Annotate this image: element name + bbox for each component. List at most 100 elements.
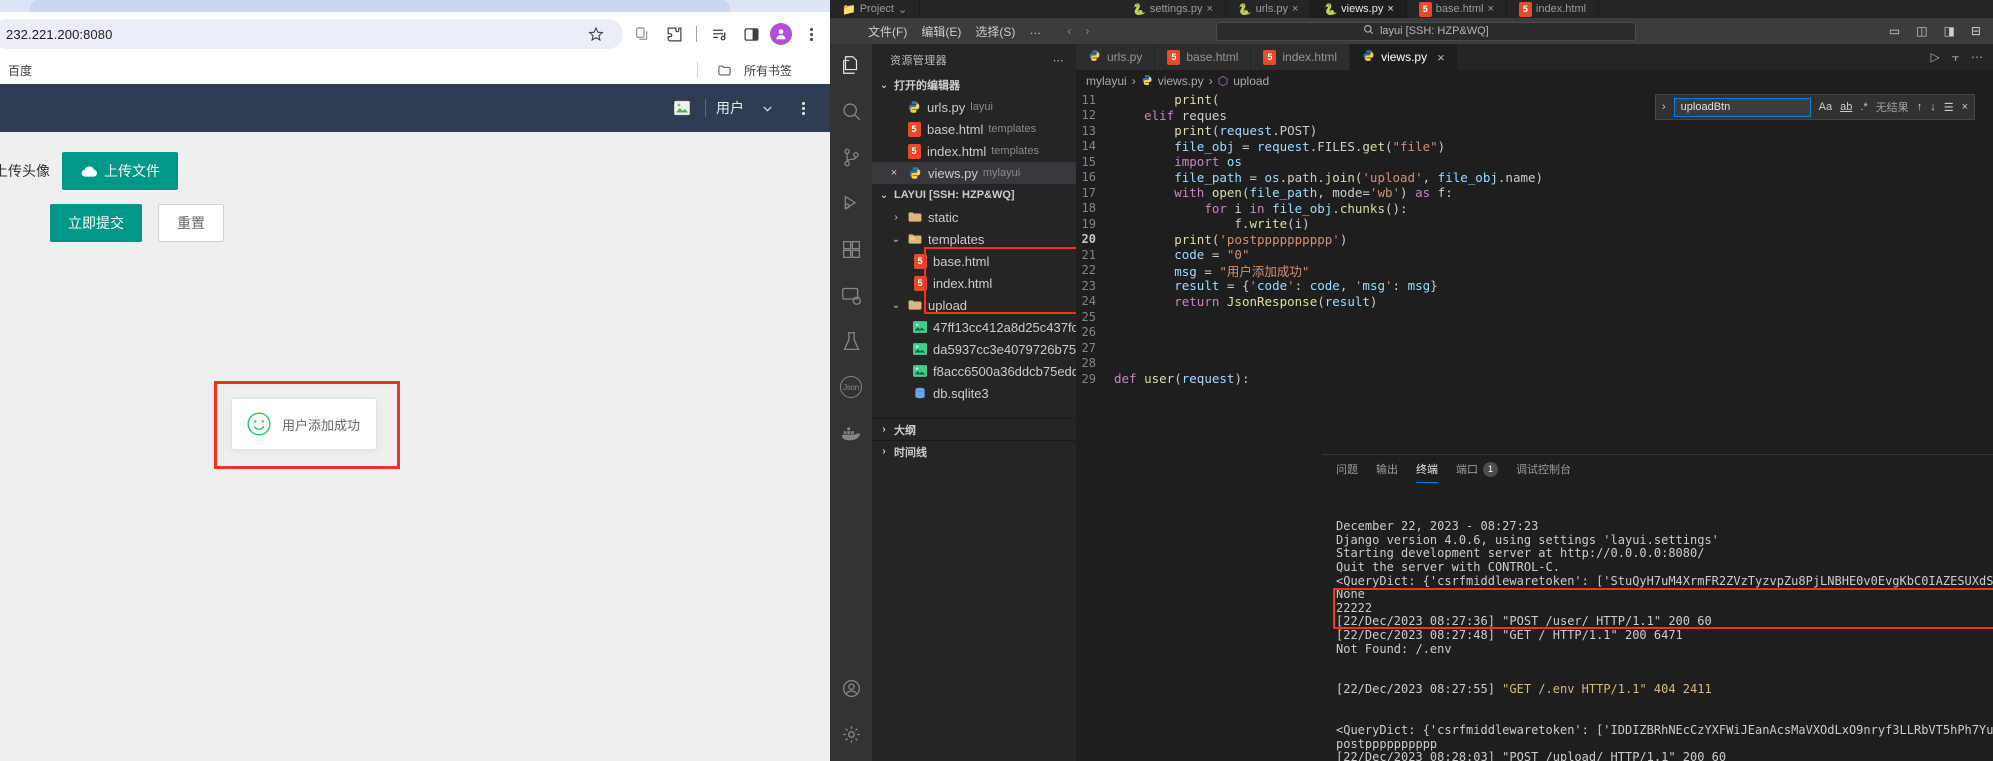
testing-icon[interactable] <box>838 328 864 354</box>
close-icon[interactable]: × <box>1292 3 1298 15</box>
close-icon[interactable]: × <box>1387 3 1393 15</box>
header-more-icon[interactable] <box>790 95 816 121</box>
menu-edit[interactable]: 编辑(E) <box>921 23 961 40</box>
find-whole-word-icon[interactable]: ab <box>1840 101 1852 113</box>
terminal-output[interactable]: December 22, 2023 - 08:27:23 Django versi… <box>1322 483 1993 761</box>
open-editor-index-html[interactable]: 5 index.html templates <box>872 140 1076 162</box>
panel-tab-ports[interactable]: 端口 1 <box>1456 455 1498 483</box>
chevron-down-icon[interactable]: ⌄ <box>898 3 907 16</box>
reset-button[interactable]: 重置 <box>158 204 224 242</box>
upload-file-button[interactable]: 上传文件 <box>62 152 178 190</box>
bookmark-item-baidu[interactable]: 百度 <box>8 62 32 79</box>
tree-item-templates[interactable]: ⌄ templates <box>872 228 1076 250</box>
omnibox[interactable]: 232.221.200:8080 <box>0 19 623 49</box>
source-control-icon[interactable] <box>838 144 864 170</box>
close-icon[interactable]: × <box>886 165 902 181</box>
find-widget[interactable]: › uploadBtn Aa ab .* 无结果 ↑ ↓ ☰ × <box>1655 94 1975 120</box>
timeline-section-header[interactable]: › 时间线 <box>872 440 1076 462</box>
chevron-down-icon[interactable]: ⌄ <box>890 234 902 245</box>
chrome-tab[interactable] <box>30 0 730 12</box>
top-tab-views[interactable]: 🐍 views.py × <box>1311 0 1407 18</box>
top-tab-urls[interactable]: 🐍 urls.py × <box>1226 0 1312 18</box>
open-editor-views-py[interactable]: × views.py mylayui <box>872 162 1076 184</box>
find-close-icon[interactable]: × <box>1962 101 1968 113</box>
bookmark-star-icon[interactable] <box>583 21 609 47</box>
breadcrumb-item-folder[interactable]: mylayui <box>1086 74 1127 88</box>
panel-tab-debug-console[interactable]: 调试控制台 <box>1516 455 1571 483</box>
forward-icon[interactable]: › <box>1085 24 1089 38</box>
breadcrumb-item-file[interactable]: views.py <box>1158 74 1204 88</box>
find-toggle-replace-icon[interactable]: › <box>1662 101 1666 113</box>
editor-tab-views-py[interactable]: views.py × <box>1350 44 1458 70</box>
json-icon[interactable]: Json <box>838 374 864 400</box>
all-bookmarks-button[interactable]: 所有书签 <box>689 57 822 83</box>
code-view[interactable]: › uploadBtn Aa ab .* 无结果 ↑ ↓ ☰ × 11 prin… <box>1076 92 1993 397</box>
layout-right-icon[interactable]: ◨ <box>1944 24 1955 38</box>
menu-file[interactable]: 文件(F) <box>868 23 907 40</box>
top-tab-project[interactable]: 📁 Project ⌄ <box>830 0 921 18</box>
extensions-puzzle-icon[interactable] <box>661 21 687 47</box>
docker-icon[interactable] <box>838 420 864 446</box>
editor-tab-index-html[interactable]: 5 index.html <box>1251 44 1351 70</box>
profile-avatar[interactable] <box>770 23 792 45</box>
breadcrumb-item-symbol[interactable]: upload <box>1233 74 1269 88</box>
outline-section-header[interactable]: › 大纲 <box>872 418 1076 440</box>
panel-tab-output[interactable]: 输出 <box>1376 455 1398 483</box>
top-tab-index-html[interactable]: 5 index.html <box>1507 0 1600 18</box>
split-editor-icon[interactable]: ⫟ <box>1952 50 1959 65</box>
tree-item-upload-image-1[interactable]: 47ff13cc412a8d25c437fcab4084… <box>872 316 1076 338</box>
explorer-more-icon[interactable]: ⋯ <box>1053 54 1064 67</box>
submit-button[interactable]: 立即提交 <box>50 204 142 242</box>
tree-item-upload-image-3[interactable]: f8acc6500a36ddcb75edd4bbc9c… <box>872 360 1076 382</box>
menu-overflow[interactable]: … <box>1029 23 1041 40</box>
chrome-tab-strip[interactable] <box>0 0 830 12</box>
side-panel-icon[interactable] <box>738 21 764 47</box>
tree-item-index-html[interactable]: 5 index.html <box>872 272 1076 294</box>
open-editor-urls-py[interactable]: urls.py layui <box>872 96 1076 118</box>
tree-item-upload-image-2[interactable]: da5937cc3e4079726b759f42acf4… <box>872 338 1076 360</box>
find-match-case-icon[interactable]: Aa <box>1819 101 1832 113</box>
find-in-selection-icon[interactable]: ☰ <box>1944 101 1954 114</box>
find-input[interactable]: uploadBtn <box>1673 97 1811 117</box>
settings-gear-icon[interactable] <box>838 721 864 747</box>
extensions-icon[interactable] <box>838 236 864 262</box>
top-tab-settings[interactable]: 🐍 settings.py × <box>1120 0 1226 18</box>
copy-pages-icon[interactable] <box>629 21 655 47</box>
panel-tab-terminal[interactable]: 终端 <box>1416 455 1438 483</box>
run-debug-icon[interactable] <box>838 190 864 216</box>
project-root-header[interactable]: ⌄ LAYUI [SSH: HZP&WQ] <box>872 184 1076 206</box>
find-next-icon[interactable]: ↓ <box>1930 101 1936 113</box>
account-icon[interactable] <box>838 675 864 701</box>
layout-sidebar-icon[interactable]: ◫ <box>1916 24 1927 38</box>
tree-item-static[interactable]: › static <box>872 206 1076 228</box>
back-icon[interactable]: ‹ <box>1067 24 1071 38</box>
find-regex-icon[interactable]: .* <box>1860 101 1867 113</box>
media-playlist-icon[interactable] <box>706 21 732 47</box>
editor-more-icon[interactable]: ⋯ <box>1971 50 1983 64</box>
chevron-down-icon[interactable] <box>754 95 780 121</box>
tree-item-db-sqlite3[interactable]: db.sqlite3 <box>872 382 1076 404</box>
tree-item-base-html[interactable]: 5 base.html <box>872 250 1076 272</box>
close-icon[interactable]: × <box>1437 50 1445 65</box>
remote-explorer-icon[interactable] <box>838 282 864 308</box>
menu-selection[interactable]: 选择(S) <box>975 23 1015 40</box>
tree-item-upload[interactable]: ⌄ upload <box>872 294 1076 316</box>
top-tab-base-html[interactable]: 5 base.html × <box>1407 0 1507 18</box>
customize-layout-icon[interactable]: ⊟ <box>1971 24 1981 38</box>
command-search-box[interactable]: layui [SSH: HZP&WQ] <box>1215 21 1636 41</box>
chevron-down-icon[interactable]: ⌄ <box>890 300 902 311</box>
open-editor-base-html[interactable]: 5 base.html templates <box>872 118 1076 140</box>
run-file-icon[interactable]: ▷ <box>1930 50 1939 64</box>
chrome-menu-icon[interactable] <box>798 21 824 47</box>
panel-tab-problems[interactable]: 问题 <box>1336 455 1358 483</box>
layout-panel-icon[interactable]: ▭ <box>1889 24 1900 38</box>
chevron-right-icon[interactable]: › <box>890 212 902 223</box>
close-icon[interactable]: × <box>1487 3 1493 15</box>
open-editors-section-header[interactable]: ⌄ 打开的编辑器 <box>872 74 1076 96</box>
find-previous-icon[interactable]: ↑ <box>1917 101 1923 113</box>
explorer-icon[interactable] <box>838 52 864 78</box>
search-icon[interactable] <box>838 98 864 124</box>
editor-tab-base-html[interactable]: 5 base.html <box>1155 44 1252 70</box>
editor-tab-urls-py[interactable]: urls.py <box>1076 44 1156 70</box>
user-menu-label[interactable]: 用户 <box>716 98 744 118</box>
